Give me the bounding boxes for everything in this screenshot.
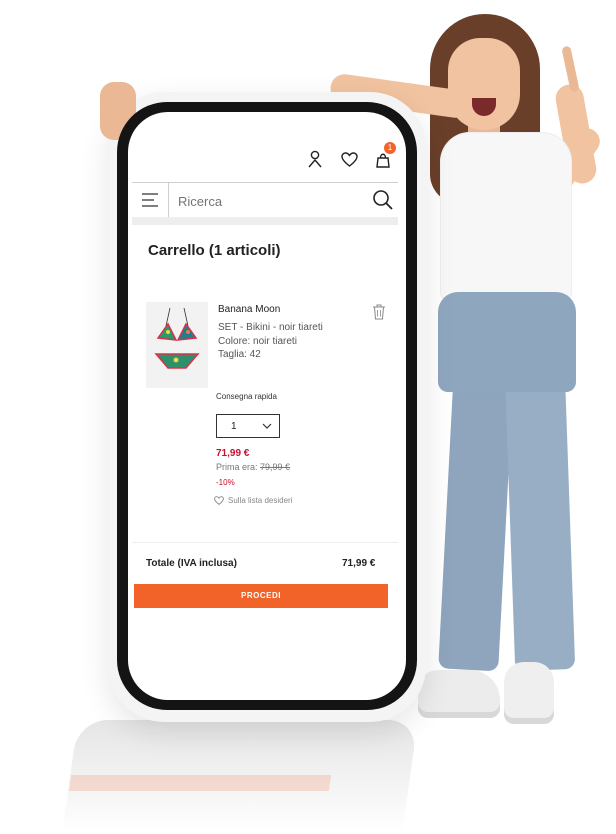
jeans bbox=[438, 292, 576, 392]
current-price: 71,99 € bbox=[216, 448, 250, 459]
search-bar bbox=[132, 182, 398, 218]
white-shirt bbox=[440, 132, 572, 302]
page-title: Carrello (1 articoli) bbox=[148, 242, 281, 259]
wishlist-button[interactable] bbox=[336, 146, 362, 172]
app-header: 1 bbox=[128, 112, 406, 182]
heart-icon bbox=[340, 151, 358, 167]
old-price-label: Prima era: bbox=[216, 462, 258, 472]
search-icon bbox=[373, 190, 393, 210]
product-name: SET - Bikini - noir tiareti bbox=[218, 322, 323, 333]
search-divider bbox=[168, 183, 169, 217]
heart-outline-icon bbox=[214, 496, 224, 505]
account-button[interactable] bbox=[302, 146, 328, 172]
quantity-select[interactable]: 1 bbox=[216, 414, 280, 438]
header-divider-strip bbox=[132, 217, 398, 225]
checkout-button[interactable]: PROCEDI bbox=[134, 584, 388, 608]
wishlist-label: Sulla lista desideri bbox=[228, 496, 293, 505]
product-brand[interactable]: Banana Moon bbox=[218, 304, 280, 315]
right-sneaker bbox=[504, 662, 554, 724]
search-input[interactable] bbox=[176, 189, 360, 213]
total-label: Totale (IVA inclusa) bbox=[146, 558, 237, 569]
search-button[interactable] bbox=[370, 187, 396, 213]
discount-badge: -10% bbox=[216, 478, 235, 487]
product-color: Colore: noir tiareti bbox=[218, 336, 297, 347]
phone-screen: 1 Carrello (1 articoli) bbox=[128, 112, 406, 700]
right-leg bbox=[504, 369, 576, 671]
left-leg bbox=[438, 368, 514, 672]
quantity-value: 1 bbox=[231, 421, 237, 432]
delivery-option: Consegna rapida bbox=[216, 392, 277, 401]
bag-count-badge: 1 bbox=[384, 142, 396, 154]
total-divider bbox=[132, 542, 398, 543]
menu-button[interactable] bbox=[138, 187, 164, 213]
trash-icon bbox=[373, 304, 385, 320]
remove-item-button[interactable] bbox=[372, 304, 386, 320]
wishlist-toggle[interactable]: Sulla lista desideri bbox=[214, 496, 292, 505]
left-sneaker bbox=[418, 670, 500, 718]
reflection-button bbox=[68, 775, 332, 791]
bikini-image bbox=[154, 307, 200, 369]
old-price: Prima era: 79,99 € bbox=[216, 462, 290, 472]
total-value: 71,99 € bbox=[342, 558, 376, 569]
product-image[interactable] bbox=[146, 302, 208, 388]
chevron-down-icon bbox=[262, 423, 272, 429]
face bbox=[448, 38, 520, 130]
hamburger-icon bbox=[142, 193, 158, 207]
old-price-value: 79,99 € bbox=[260, 462, 291, 472]
product-size: Taglia: 42 bbox=[218, 349, 261, 360]
bag-button[interactable]: 1 bbox=[370, 142, 396, 172]
user-icon bbox=[308, 150, 322, 168]
